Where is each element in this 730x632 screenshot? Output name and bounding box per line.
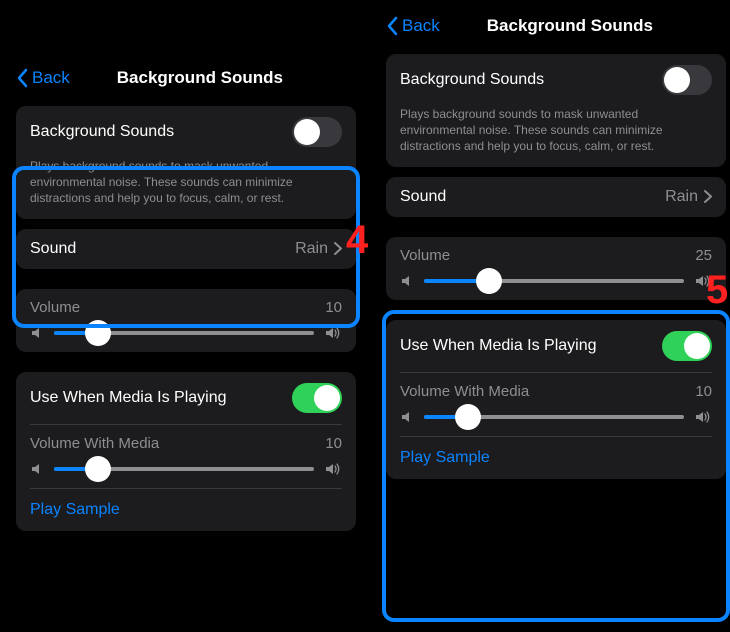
speaker-high-icon	[694, 410, 712, 424]
volume-label: Volume	[400, 247, 450, 264]
background-sounds-toggle[interactable]	[292, 117, 342, 147]
chevron-left-icon	[16, 68, 28, 88]
speaker-high-icon	[324, 326, 342, 340]
nav-bar: Back Background Sounds	[376, 10, 730, 54]
speaker-low-icon	[400, 274, 414, 288]
sound-label: Sound	[30, 240, 76, 258]
volume-group: Volume 25	[386, 237, 726, 300]
nav-bar: Back Background Sounds	[6, 62, 366, 106]
volume-slider[interactable]	[424, 279, 684, 283]
page-title: Background Sounds	[414, 16, 726, 36]
volume-value: 25	[695, 247, 712, 264]
background-sounds-group: Background Sounds Plays background sound…	[16, 106, 356, 219]
speaker-high-icon	[324, 462, 342, 476]
volume-group: Volume 10	[16, 289, 356, 352]
background-sounds-toggle-row[interactable]: Background Sounds	[386, 54, 726, 106]
use-when-media-toggle[interactable]	[292, 383, 342, 413]
play-sample-button[interactable]: Play Sample	[386, 437, 726, 479]
sound-value: Rain	[295, 240, 328, 258]
chevron-right-icon	[704, 190, 712, 203]
volume-slider[interactable]	[54, 331, 314, 335]
volume-with-media-label: Volume With Media	[400, 383, 529, 400]
speaker-low-icon	[30, 462, 44, 476]
speaker-high-icon	[694, 274, 712, 288]
slider-thumb[interactable]	[455, 404, 481, 430]
use-when-media-toggle[interactable]	[662, 331, 712, 361]
background-sounds-label: Background Sounds	[30, 123, 174, 141]
background-sounds-group: Background Sounds Plays background sound…	[386, 54, 726, 167]
sound-label: Sound	[400, 188, 446, 206]
sound-value: Rain	[665, 188, 698, 206]
settings-pane-right: Back Background Sounds Background Sounds…	[376, 10, 730, 499]
slider-thumb[interactable]	[85, 456, 111, 482]
use-when-media-row[interactable]: Use When Media Is Playing	[386, 320, 726, 372]
sound-value-wrap: Rain	[665, 188, 712, 206]
background-sounds-toggle[interactable]	[662, 65, 712, 95]
use-when-media-label: Use When Media Is Playing	[400, 337, 597, 355]
media-group: Use When Media Is Playing Volume With Me…	[386, 320, 726, 479]
settings-pane-left: Back Background Sounds Background Sounds…	[6, 62, 366, 551]
volume-with-media-value: 10	[695, 383, 712, 400]
background-sounds-label: Background Sounds	[400, 71, 544, 89]
volume-with-media-slider[interactable]	[54, 467, 314, 471]
sound-group: Sound Rain	[16, 229, 356, 269]
sound-value-wrap: Rain	[295, 240, 342, 258]
speaker-low-icon	[30, 326, 44, 340]
media-group: Use When Media Is Playing Volume With Me…	[16, 372, 356, 531]
background-sounds-toggle-row[interactable]: Background Sounds	[16, 106, 356, 158]
background-sounds-description: Plays background sounds to mask unwanted…	[386, 106, 726, 167]
page-title: Background Sounds	[44, 68, 356, 88]
volume-label: Volume	[30, 299, 80, 316]
volume-slider-block: Volume 25	[386, 237, 726, 300]
slider-thumb[interactable]	[85, 320, 111, 346]
sound-group: Sound Rain	[386, 177, 726, 217]
chevron-left-icon	[386, 16, 398, 36]
volume-with-media-value: 10	[325, 435, 342, 452]
volume-with-media-block: Volume With Media 10	[16, 425, 356, 488]
speaker-low-icon	[400, 410, 414, 424]
background-sounds-description: Plays background sounds to mask unwanted…	[16, 158, 356, 219]
use-when-media-label: Use When Media Is Playing	[30, 389, 227, 407]
volume-slider-block: Volume 10	[16, 289, 356, 352]
volume-with-media-block: Volume With Media 10	[386, 373, 726, 436]
sound-row[interactable]: Sound Rain	[16, 229, 356, 269]
volume-with-media-label: Volume With Media	[30, 435, 159, 452]
play-sample-button[interactable]: Play Sample	[16, 489, 356, 531]
use-when-media-row[interactable]: Use When Media Is Playing	[16, 372, 356, 424]
volume-with-media-slider[interactable]	[424, 415, 684, 419]
chevron-right-icon	[334, 242, 342, 255]
slider-thumb[interactable]	[476, 268, 502, 294]
volume-value: 10	[325, 299, 342, 316]
sound-row[interactable]: Sound Rain	[386, 177, 726, 217]
